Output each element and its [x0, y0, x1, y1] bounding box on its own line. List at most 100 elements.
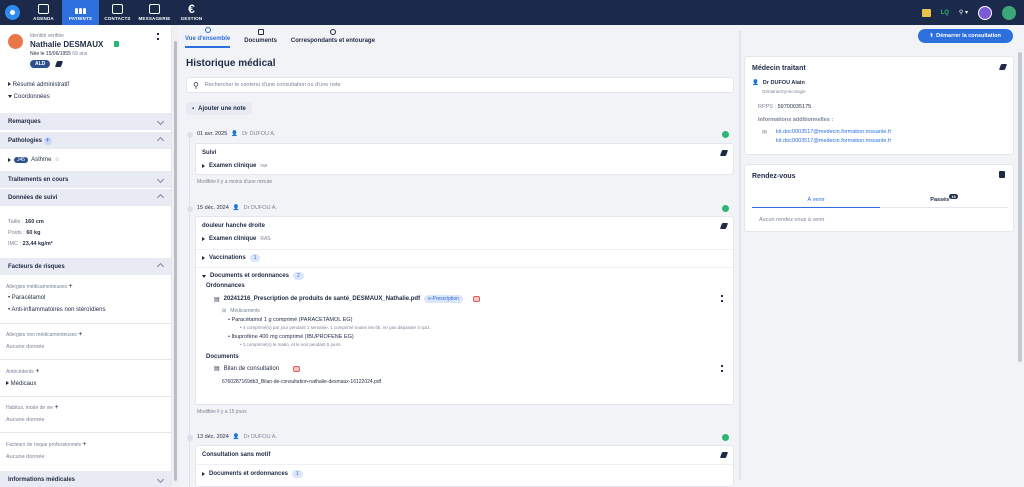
- medication-posology: • 1 comprimé(s) le matin, et le soir pen…: [240, 342, 342, 347]
- nav-patients[interactable]: PATIENTS: [62, 0, 99, 25]
- star-icon[interactable]: ☆: [54, 156, 59, 163]
- section-facteurs-risques[interactable]: Facteurs de risques: [0, 258, 171, 275]
- chevron-up-icon: [156, 136, 165, 145]
- consultation-card[interactable]: douleur hanche droite Examen clinique RAS…: [195, 216, 734, 405]
- documents-header: Documents: [206, 354, 239, 360]
- imc-value: 23,44 kg/m²: [22, 241, 53, 247]
- document-item[interactable]: ▤ Bilan de consultation: [214, 365, 301, 372]
- lq-indicator[interactable]: LQ: [941, 10, 949, 16]
- assistant-avatar[interactable]: [1002, 5, 1016, 20]
- more-icon[interactable]: [721, 295, 723, 302]
- doctor-icon: 👤: [752, 80, 759, 86]
- page-scrollbar[interactable]: [1018, 52, 1022, 362]
- history-title: Historique médical: [186, 58, 276, 69]
- start-consultation-button[interactable]: ⚕ Démarrer la consultation: [918, 29, 1013, 43]
- coordonnees-link[interactable]: Coordonnées: [8, 94, 50, 100]
- add-icon[interactable]: +: [54, 404, 58, 411]
- sidebar-scrollbar[interactable]: [172, 25, 179, 487]
- ordonnances-header: Ordonnances: [206, 283, 245, 289]
- top-navigation: AGENDA PATIENTS CONTACTS MESSAGERIE € GES…: [0, 0, 1024, 25]
- ald-badge: ALD: [30, 60, 51, 68]
- count-badge: 1: [249, 254, 261, 262]
- calendar-icon: [38, 4, 49, 14]
- medecin-name: Dr DUFOU Alain: [762, 80, 805, 86]
- more-icon[interactable]: [157, 33, 159, 40]
- edit-icon[interactable]: [998, 64, 1008, 70]
- contacts-icon: [112, 4, 123, 14]
- edit-icon[interactable]: [719, 223, 729, 229]
- section-informations-medicales[interactable]: Informations médicales: [0, 471, 171, 487]
- nav-gestion[interactable]: € GESTION: [173, 0, 210, 25]
- search-input[interactable]: Rechercher le contenu d'une consultation…: [205, 82, 341, 88]
- prescription-file[interactable]: ▤ 20241216_Prescription de produits de sa…: [214, 295, 480, 303]
- consultation-card[interactable]: Suivi Examen clinique ras: [195, 143, 734, 175]
- info-additional-label: Informations additionnelles :: [758, 117, 834, 123]
- search-menu-icon[interactable]: ⚲ ▾: [959, 9, 968, 16]
- tab-overview[interactable]: Vue d'ensemble: [185, 25, 231, 48]
- chevron-down-icon: [156, 475, 165, 484]
- tab-passes[interactable]: Passés 18: [880, 192, 1008, 208]
- doctor-icon: 👤: [232, 205, 240, 211]
- exam-row[interactable]: Examen clinique RAS: [202, 236, 271, 242]
- edit-icon[interactable]: [719, 452, 729, 458]
- pathology-name: Asthme: [31, 156, 52, 163]
- medication-item: • Paracétamol 1 g comprimé (PARACETAMOL …: [228, 317, 353, 323]
- section-traitements[interactable]: Traitements en cours: [0, 171, 171, 188]
- calendar-icon[interactable]: [999, 171, 1005, 178]
- search-icon: ⚲: [193, 80, 199, 90]
- resume-admin-link[interactable]: Résumé administratif: [8, 82, 69, 88]
- stethoscope-icon: ⚕: [930, 33, 934, 39]
- app-logo[interactable]: [0, 0, 25, 25]
- main-content: Vue d'ensemble Documents Correspondants …: [179, 25, 739, 487]
- doctor-icon: 👤: [231, 131, 239, 137]
- rdv-empty: Aucun rendez-vous à venir: [759, 217, 825, 223]
- section-remarques[interactable]: Remarques: [0, 113, 171, 130]
- antecedents-medicaux[interactable]: Médicaux: [6, 381, 36, 387]
- more-icon[interactable]: [721, 365, 723, 372]
- add-note-button[interactable]: ▪ Ajouter une note: [186, 102, 252, 115]
- documents-row[interactable]: Documents et ordonnances 1: [202, 470, 303, 478]
- documents-row[interactable]: Documents et ordonnances 2: [202, 272, 304, 280]
- add-icon[interactable]: +: [69, 283, 73, 290]
- document-filename[interactable]: 6760287169db3_Bilan-de-consultation-nath…: [222, 379, 381, 385]
- medecin-email[interactable]: kit.doc0003517@medecin.formation.mssante…: [776, 129, 891, 135]
- status-icon: [722, 434, 729, 441]
- exam-row[interactable]: Examen clinique ras: [202, 163, 267, 169]
- file-icon: ▤: [214, 366, 220, 372]
- section-pathologies[interactable]: Pathologies +: [0, 132, 171, 149]
- medecin-email[interactable]: kit.doc0003517@medecin.formation.mssante…: [776, 138, 891, 144]
- medication-posology: • 4 comprimé(s) par jour pendant 1 semai…: [240, 325, 431, 330]
- user-avatar[interactable]: [978, 5, 992, 20]
- tab-bar: Vue d'ensemble Documents Correspondants …: [179, 25, 739, 48]
- entry-doctor: Dr DUFOU A.: [243, 205, 277, 211]
- section-donnees-suivi[interactable]: Données de suivi: [0, 189, 171, 206]
- patient-name: Nathalie DESMAUX: [30, 40, 104, 49]
- add-icon[interactable]: +: [82, 441, 86, 448]
- dmp-icon[interactable]: [293, 365, 301, 372]
- pathology-item[interactable]: J45 Asthme ☆: [8, 156, 60, 163]
- allergy-item: • Anti-inflammatoires non stéroïdiens: [8, 307, 106, 313]
- document-icon: [257, 29, 264, 35]
- tab-a-venir[interactable]: À venir: [752, 192, 880, 208]
- edit-icon[interactable]: [54, 61, 64, 67]
- consultation-card[interactable]: Consultation sans motif Documents et ord…: [195, 445, 734, 487]
- passes-count: 18: [949, 194, 958, 199]
- add-pathology-icon[interactable]: +: [43, 136, 52, 145]
- tab-correspondants[interactable]: Correspondants et entourage: [291, 25, 375, 48]
- vaccinations-row[interactable]: Vaccinations 1: [202, 254, 261, 262]
- search-icon: [204, 27, 211, 33]
- history-search[interactable]: ⚲ Rechercher le contenu d'une consultati…: [186, 77, 734, 93]
- poids-value: 60 kg: [26, 230, 41, 236]
- tab-documents[interactable]: Documents: [244, 25, 277, 48]
- edit-icon[interactable]: [719, 150, 729, 156]
- modified-text: Modifiée il y a moins d'une minute: [197, 179, 273, 185]
- add-icon[interactable]: +: [78, 331, 82, 338]
- main-scrollbar[interactable]: [739, 30, 741, 480]
- dmp-icon[interactable]: [472, 296, 480, 302]
- nav-contacts[interactable]: CONTACTS: [99, 0, 136, 25]
- nav-agenda[interactable]: AGENDA: [25, 0, 62, 25]
- rdv-card: Rendez-vous À venir Passés 18 Aucun rende…: [744, 164, 1014, 232]
- card-reader-icon[interactable]: [921, 8, 931, 17]
- nav-messagerie[interactable]: MESSAGERIE: [136, 0, 173, 25]
- add-icon[interactable]: +: [35, 368, 39, 375]
